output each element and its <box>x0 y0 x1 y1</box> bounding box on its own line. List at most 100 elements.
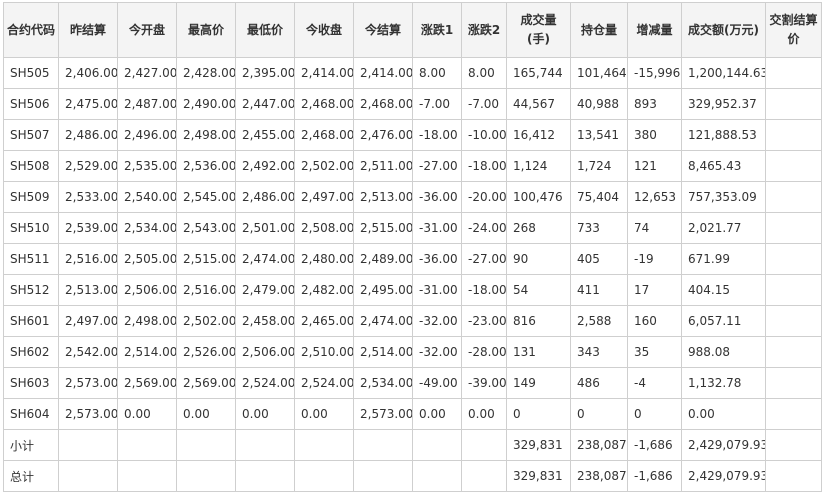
table-cell: -24.00 <box>461 212 507 244</box>
table-cell: 404.15 <box>681 274 766 306</box>
contract-code-cell: SH602 <box>3 336 59 368</box>
table-cell <box>117 429 177 461</box>
table-cell: -49.00 <box>412 367 462 399</box>
table-cell: 40,988 <box>570 88 628 120</box>
table-cell: 0.00 <box>461 398 507 430</box>
table-cell <box>765 150 822 182</box>
table-row: SH512 2,513.00 2,506.00 2,516.00 2,479.00 2,4… <box>3 274 822 306</box>
table-cell <box>353 429 413 461</box>
column-header: 增减量 <box>627 2 682 58</box>
table-cell: 0.00 <box>176 398 236 430</box>
column-header: 最高价 <box>176 2 236 58</box>
table-cell: 2,516.00 <box>58 243 118 275</box>
table-cell: 2,505.00 <box>117 243 177 275</box>
table-cell <box>461 460 507 492</box>
table-cell: 2,455.00 <box>235 119 295 151</box>
table-cell <box>765 119 822 151</box>
table-cell: 121,888.53 <box>681 119 766 151</box>
table-cell: 2,486.00 <box>58 119 118 151</box>
table-cell: 1,124 <box>506 150 571 182</box>
table-cell: 17 <box>627 274 682 306</box>
table-cell: 329,952.37 <box>681 88 766 120</box>
table-header-row: 合约代码 昨结算 今开盘 最高价 最低价 今收盘 今结算 涨跌1 涨跌2 成交量(手) 持仓量 增减量… <box>3 2 822 58</box>
table-cell: -27.00 <box>461 243 507 275</box>
table-cell: 2,515.00 <box>176 243 236 275</box>
table-row: SH603 2,573.00 2,569.00 2,569.00 2,524.00 2,5… <box>3 367 822 399</box>
contract-code-cell: SH505 <box>3 57 59 89</box>
table-cell: 2,543.00 <box>176 212 236 244</box>
table-cell: 2,516.00 <box>176 274 236 306</box>
table-cell: 149 <box>506 367 571 399</box>
table-cell: -32.00 <box>412 336 462 368</box>
table-cell: 988.08 <box>681 336 766 368</box>
table-cell: 16,412 <box>506 119 571 151</box>
table-cell: 54 <box>506 274 571 306</box>
table-cell: -36.00 <box>412 181 462 213</box>
table-cell: -19 <box>627 243 682 275</box>
table-cell: 2,536.00 <box>176 150 236 182</box>
table-cell: 2,511.00 <box>353 150 413 182</box>
table-cell: -28.00 <box>461 336 507 368</box>
table-cell: 2,498.00 <box>176 119 236 151</box>
table-row: SH601 2,497.00 2,498.00 2,502.00 2,458.00 2,4… <box>3 305 822 337</box>
table-cell: 2,468.00 <box>294 88 354 120</box>
table-cell: 2,487.00 <box>117 88 177 120</box>
table-cell: -18.00 <box>461 150 507 182</box>
table-cell: -36.00 <box>412 243 462 275</box>
table-cell: -18.00 <box>412 119 462 151</box>
table-cell: 2,539.00 <box>58 212 118 244</box>
table-cell: 2,513.00 <box>353 181 413 213</box>
table-cell: 2,406.00 <box>58 57 118 89</box>
table-cell: -10.00 <box>461 119 507 151</box>
column-header: 今收盘 <box>294 2 354 58</box>
table-cell: 2,476.00 <box>353 119 413 151</box>
column-header: 持仓量 <box>570 2 628 58</box>
table-row: SH508 2,529.00 2,535.00 2,536.00 2,492.00 2,5… <box>3 150 822 182</box>
table-cell: 2,533.00 <box>58 181 118 213</box>
table-cell: -31.00 <box>412 212 462 244</box>
table-cell: 329,831 <box>506 429 571 461</box>
contract-code-cell: 总计 <box>3 460 59 492</box>
table-cell <box>765 243 822 275</box>
table-cell: -32.00 <box>412 305 462 337</box>
table-cell: 0.00 <box>294 398 354 430</box>
table-cell: 2,510.00 <box>294 336 354 368</box>
table-cell: 2,497.00 <box>58 305 118 337</box>
table-cell <box>765 212 822 244</box>
table-cell: 2,573.00 <box>58 367 118 399</box>
table-cell: 2,573.00 <box>353 398 413 430</box>
table-cell <box>294 460 354 492</box>
table-cell: 44,567 <box>506 88 571 120</box>
table-cell <box>235 429 295 461</box>
contract-code-cell: SH510 <box>3 212 59 244</box>
table-cell: 380 <box>627 119 682 151</box>
table-cell <box>412 460 462 492</box>
table-cell: 8,465.43 <box>681 150 766 182</box>
table-cell <box>765 88 822 120</box>
table-cell <box>765 367 822 399</box>
table-cell: 2,497.00 <box>294 181 354 213</box>
table-cell: 101,464 <box>570 57 628 89</box>
table-cell: 2,535.00 <box>117 150 177 182</box>
table-cell: 131 <box>506 336 571 368</box>
contract-code-cell: SH509 <box>3 181 59 213</box>
table-cell: 405 <box>570 243 628 275</box>
table-cell: 100,476 <box>506 181 571 213</box>
table-row: SH604 2,573.00 0.00 0.00 0.00 0.00 2,573.00 0.0… <box>3 398 822 430</box>
table-cell: 2,474.00 <box>353 305 413 337</box>
table-cell: 268 <box>506 212 571 244</box>
table-cell: 2,508.00 <box>294 212 354 244</box>
table-row: SH510 2,539.00 2,534.00 2,543.00 2,501.00 2,5… <box>3 212 822 244</box>
table-cell: 121 <box>627 150 682 182</box>
table-cell: 343 <box>570 336 628 368</box>
table-cell: -7.00 <box>412 88 462 120</box>
table-cell: 2,502.00 <box>294 150 354 182</box>
table-cell: 2,427.00 <box>117 57 177 89</box>
table-cell: 0 <box>627 398 682 430</box>
table-cell: 0.00 <box>235 398 295 430</box>
table-cell <box>58 460 118 492</box>
column-header: 昨结算 <box>58 2 118 58</box>
table-cell: -1,686 <box>627 429 682 461</box>
table-cell: 90 <box>506 243 571 275</box>
table-cell: 2,588 <box>570 305 628 337</box>
